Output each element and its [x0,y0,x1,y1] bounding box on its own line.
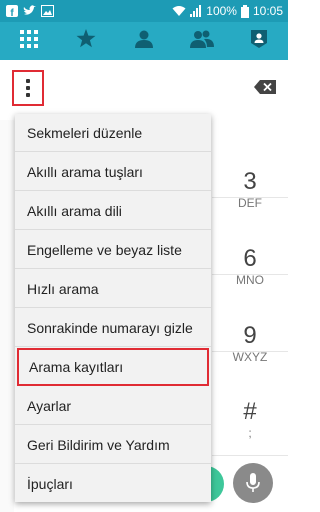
profile-tab[interactable] [230,22,288,60]
key-letters: MNO [236,273,264,287]
menu-item-label: Sonrakinde numarayı gizle [27,319,193,336]
overflow-menu-button[interactable] [12,70,44,106]
key-letters: WXYZ [232,350,268,364]
menu-item-smart-dial-language[interactable]: Akıllı arama dili [15,192,211,230]
image-icon [41,5,54,17]
keypad-left-edge [0,120,14,512]
menu-item-tips[interactable]: İpuçları [15,465,211,503]
key-digit: 9 [243,322,257,349]
menu-item-label: Ayarlar [27,397,72,414]
menu-item-call-recordings[interactable]: Arama kayıtları [17,348,209,386]
menu-item-label: Arama kayıtları [29,358,124,375]
battery-level: 100% [206,4,237,18]
key-letters: ; [248,426,252,440]
groups-tab[interactable] [173,22,231,60]
menu-item-settings[interactable]: Ayarlar [15,387,211,425]
key-6[interactable]: 6 MNO [212,231,288,308]
menu-item-speed-dial[interactable]: Hızlı arama [15,270,211,308]
menu-item-label: Geri Bildirim ve Yardım [27,436,170,453]
menu-item-smart-dial-keys[interactable]: Akıllı arama tuşları [15,153,211,191]
tab-bar [0,22,288,60]
person-icon [134,30,153,53]
menu-item-label: Engelleme ve beyaz liste [27,241,182,258]
backspace-button[interactable] [254,80,276,94]
menu-item-label: İpuçları [27,476,73,492]
menu-item-edit-tabs[interactable]: Sekmeleri düzenle [15,114,211,152]
contacts-tab[interactable] [115,22,173,60]
status-bar: f 100% 10:05 [0,0,288,22]
key-digit: # [243,398,257,425]
group-icon [189,30,214,53]
signal-icon [190,5,202,17]
menu-dot [26,93,30,97]
dialpad-tab[interactable] [0,22,58,60]
backspace-icon [254,80,276,94]
menu-item-label: Sekmeleri düzenle [27,124,143,141]
menu-item-label: Akıllı arama tuşları [27,163,143,180]
wifi-icon [172,5,186,17]
menu-item-label: Akıllı arama dili [27,202,122,219]
twitter-icon [23,5,36,17]
grid-icon [19,29,38,53]
star-icon [76,29,96,53]
key-digit: 3 [243,168,257,195]
menu-dot [26,79,30,83]
key-letters: DEF [238,196,262,210]
menu-item-hide-number[interactable]: Sonrakinde numarayı gizle [15,309,211,347]
profile-badge-icon [250,29,268,54]
clock: 10:05 [252,4,283,18]
battery-icon [240,4,249,18]
menu-item-block-whitelist[interactable]: Engelleme ve beyaz liste [15,231,211,269]
menu-dot [26,86,30,90]
facebook-icon: f [6,5,18,17]
favorites-tab[interactable] [58,22,116,60]
key-9[interactable]: 9 WXYZ [212,308,288,385]
overflow-menu: Sekmeleri düzenle Akıllı arama tuşları A… [15,114,211,502]
key-hash[interactable]: # ; [212,384,288,461]
menu-item-label: Hızlı arama [27,280,99,297]
microphone-icon [246,473,260,492]
key-digit: 6 [243,245,257,272]
voice-search-button[interactable] [233,463,273,503]
menu-item-feedback-help[interactable]: Geri Bildirim ve Yardım [15,426,211,464]
key-3[interactable]: 3 DEF [212,154,288,231]
